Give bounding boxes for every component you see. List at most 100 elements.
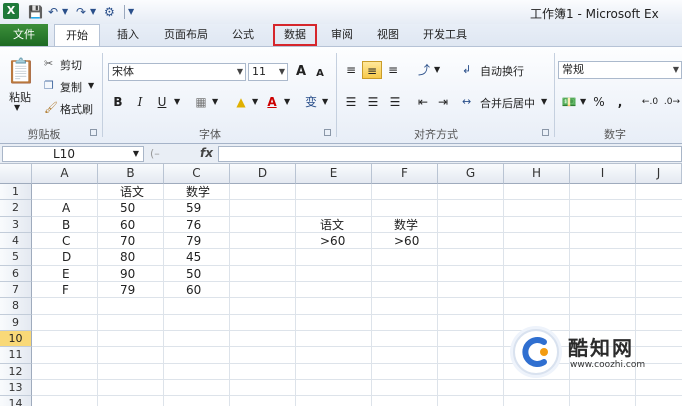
- name-box-dropdown-icon[interactable]: ▼: [133, 147, 139, 161]
- borders-icon[interactable]: ▦: [192, 93, 210, 111]
- font-color-dropdown-icon[interactable]: ▼: [284, 97, 290, 106]
- cell-b1[interactable]: 语文: [120, 184, 144, 200]
- clipboard-launcher-icon[interactable]: [90, 129, 97, 136]
- wrap-text-button[interactable]: 自动换行: [480, 63, 524, 79]
- wrap-text-icon[interactable]: ↲: [462, 63, 471, 76]
- formula-bar-handle[interactable]: (–: [150, 147, 160, 160]
- cell-b6[interactable]: 90: [120, 266, 135, 282]
- column-header-b[interactable]: B: [98, 164, 164, 184]
- copy-button[interactable]: 复制: [60, 79, 82, 95]
- copy-dropdown-icon[interactable]: ▼: [88, 81, 94, 90]
- italic-button[interactable]: I: [132, 93, 148, 111]
- cell-f4[interactable]: >60: [394, 233, 419, 249]
- comma-style-button[interactable]: ,: [614, 93, 626, 111]
- column-header-e[interactable]: E: [296, 164, 372, 184]
- increase-indent-icon[interactable]: ⇥: [434, 93, 452, 111]
- cell-a3[interactable]: B: [62, 217, 70, 233]
- grow-font-button[interactable]: A: [294, 63, 308, 81]
- font-size-combo[interactable]: 11 ▼: [248, 63, 288, 81]
- column-header-h[interactable]: H: [504, 164, 570, 184]
- tab-insert[interactable]: 插入: [108, 24, 148, 46]
- cell-c3[interactable]: 76: [186, 217, 201, 233]
- undo-dropdown-icon[interactable]: ▼: [62, 4, 68, 20]
- tab-data[interactable]: 数据: [273, 24, 317, 46]
- tab-review[interactable]: 审阅: [322, 24, 362, 46]
- decrease-decimal-icon[interactable]: .0→: [662, 93, 682, 111]
- cell-a6[interactable]: E: [62, 266, 70, 282]
- scissors-icon[interactable]: ✂: [44, 57, 53, 70]
- font-color-button[interactable]: A: [264, 93, 280, 111]
- paste-icon[interactable]: 📋: [6, 53, 36, 89]
- tab-formulas[interactable]: 公式: [222, 24, 264, 46]
- font-name-dropdown-icon[interactable]: ▼: [237, 64, 243, 80]
- orientation-icon[interactable]: ⤴: [414, 61, 434, 79]
- cell-a7[interactable]: F: [62, 282, 69, 298]
- align-middle-icon[interactable]: ≡: [362, 61, 382, 79]
- tab-developer[interactable]: 开发工具: [416, 24, 474, 46]
- increase-decimal-icon[interactable]: ←.0: [640, 93, 660, 111]
- row-header-1[interactable]: 1: [0, 184, 32, 201]
- underline-dropdown-icon[interactable]: ▼: [174, 97, 180, 106]
- cell-b3[interactable]: 60: [120, 217, 135, 233]
- name-box[interactable]: L10 ▼: [2, 146, 144, 162]
- decrease-indent-icon[interactable]: ⇤: [414, 93, 432, 111]
- row-header-2[interactable]: 2: [0, 200, 32, 217]
- cell-f3[interactable]: 数学: [394, 217, 418, 233]
- column-header-i[interactable]: I: [570, 164, 636, 184]
- copy-icon[interactable]: ❐: [44, 79, 54, 92]
- cell-c4[interactable]: 79: [186, 233, 201, 249]
- merge-center-button[interactable]: 合并后居中: [480, 95, 535, 111]
- cell-c5[interactable]: 45: [186, 249, 201, 265]
- accounting-format-icon[interactable]: 💵: [560, 93, 578, 111]
- insert-function-button[interactable]: fx: [200, 146, 213, 160]
- row-header-8[interactable]: 8: [0, 298, 32, 315]
- align-center-icon[interactable]: ☰: [364, 93, 382, 111]
- customize-icon[interactable]: ⚙: [104, 4, 115, 20]
- row-header-9[interactable]: 9: [0, 314, 32, 331]
- row-header-6[interactable]: 6: [0, 265, 32, 282]
- format-painter-button[interactable]: 格式刷: [60, 101, 93, 117]
- borders-dropdown-icon[interactable]: ▼: [212, 97, 218, 106]
- shrink-font-button[interactable]: A: [314, 65, 326, 83]
- cell-b2[interactable]: 50: [120, 200, 135, 216]
- underline-button[interactable]: U: [154, 93, 170, 111]
- align-left-icon[interactable]: ☰: [342, 93, 360, 111]
- row-header-12[interactable]: 12: [0, 363, 32, 380]
- cell-c2[interactable]: 59: [186, 200, 201, 216]
- cell-e4[interactable]: >60: [320, 233, 345, 249]
- select-all-corner[interactable]: [0, 164, 32, 184]
- cell-e3[interactable]: 语文: [320, 217, 344, 233]
- cell-a2[interactable]: A: [62, 200, 70, 216]
- redo-icon[interactable]: ↷: [76, 4, 86, 20]
- column-header-a[interactable]: A: [32, 164, 98, 184]
- font-size-dropdown-icon[interactable]: ▼: [279, 64, 285, 80]
- merge-center-icon[interactable]: ↔: [462, 95, 471, 108]
- more-commands-icon[interactable]: ▼: [128, 4, 134, 20]
- cell-b5[interactable]: 80: [120, 249, 135, 265]
- number-format-dropdown-icon[interactable]: ▼: [673, 62, 679, 78]
- column-header-d[interactable]: D: [230, 164, 296, 184]
- column-header-g[interactable]: G: [438, 164, 504, 184]
- align-top-icon[interactable]: ≡: [342, 61, 360, 79]
- column-header-j[interactable]: J: [636, 164, 682, 184]
- merge-dropdown-icon[interactable]: ▼: [541, 97, 547, 106]
- number-format-combo[interactable]: 常规 ▼: [558, 61, 682, 79]
- tab-home[interactable]: 开始: [54, 24, 100, 47]
- tab-file[interactable]: 文件: [0, 24, 48, 46]
- alignment-launcher-icon[interactable]: [542, 129, 549, 136]
- cell-c6[interactable]: 50: [186, 266, 201, 282]
- phonetic-dropdown-icon[interactable]: ▼: [322, 97, 328, 106]
- row-header-3[interactable]: 3: [0, 216, 32, 233]
- fill-color-dropdown-icon[interactable]: ▼: [252, 97, 258, 106]
- formula-input[interactable]: [218, 146, 682, 162]
- cell-b4[interactable]: 70: [120, 233, 135, 249]
- cell-a5[interactable]: D: [62, 249, 71, 265]
- save-icon[interactable]: 💾: [28, 4, 43, 20]
- undo-icon[interactable]: ↶: [48, 4, 58, 20]
- row-header-4[interactable]: 4: [0, 232, 32, 250]
- tab-view[interactable]: 视图: [368, 24, 408, 46]
- tab-page-layout[interactable]: 页面布局: [156, 24, 216, 46]
- accounting-dropdown-icon[interactable]: ▼: [580, 97, 586, 106]
- cell-b7[interactable]: 79: [120, 282, 135, 298]
- cut-button[interactable]: 剪切: [60, 57, 82, 73]
